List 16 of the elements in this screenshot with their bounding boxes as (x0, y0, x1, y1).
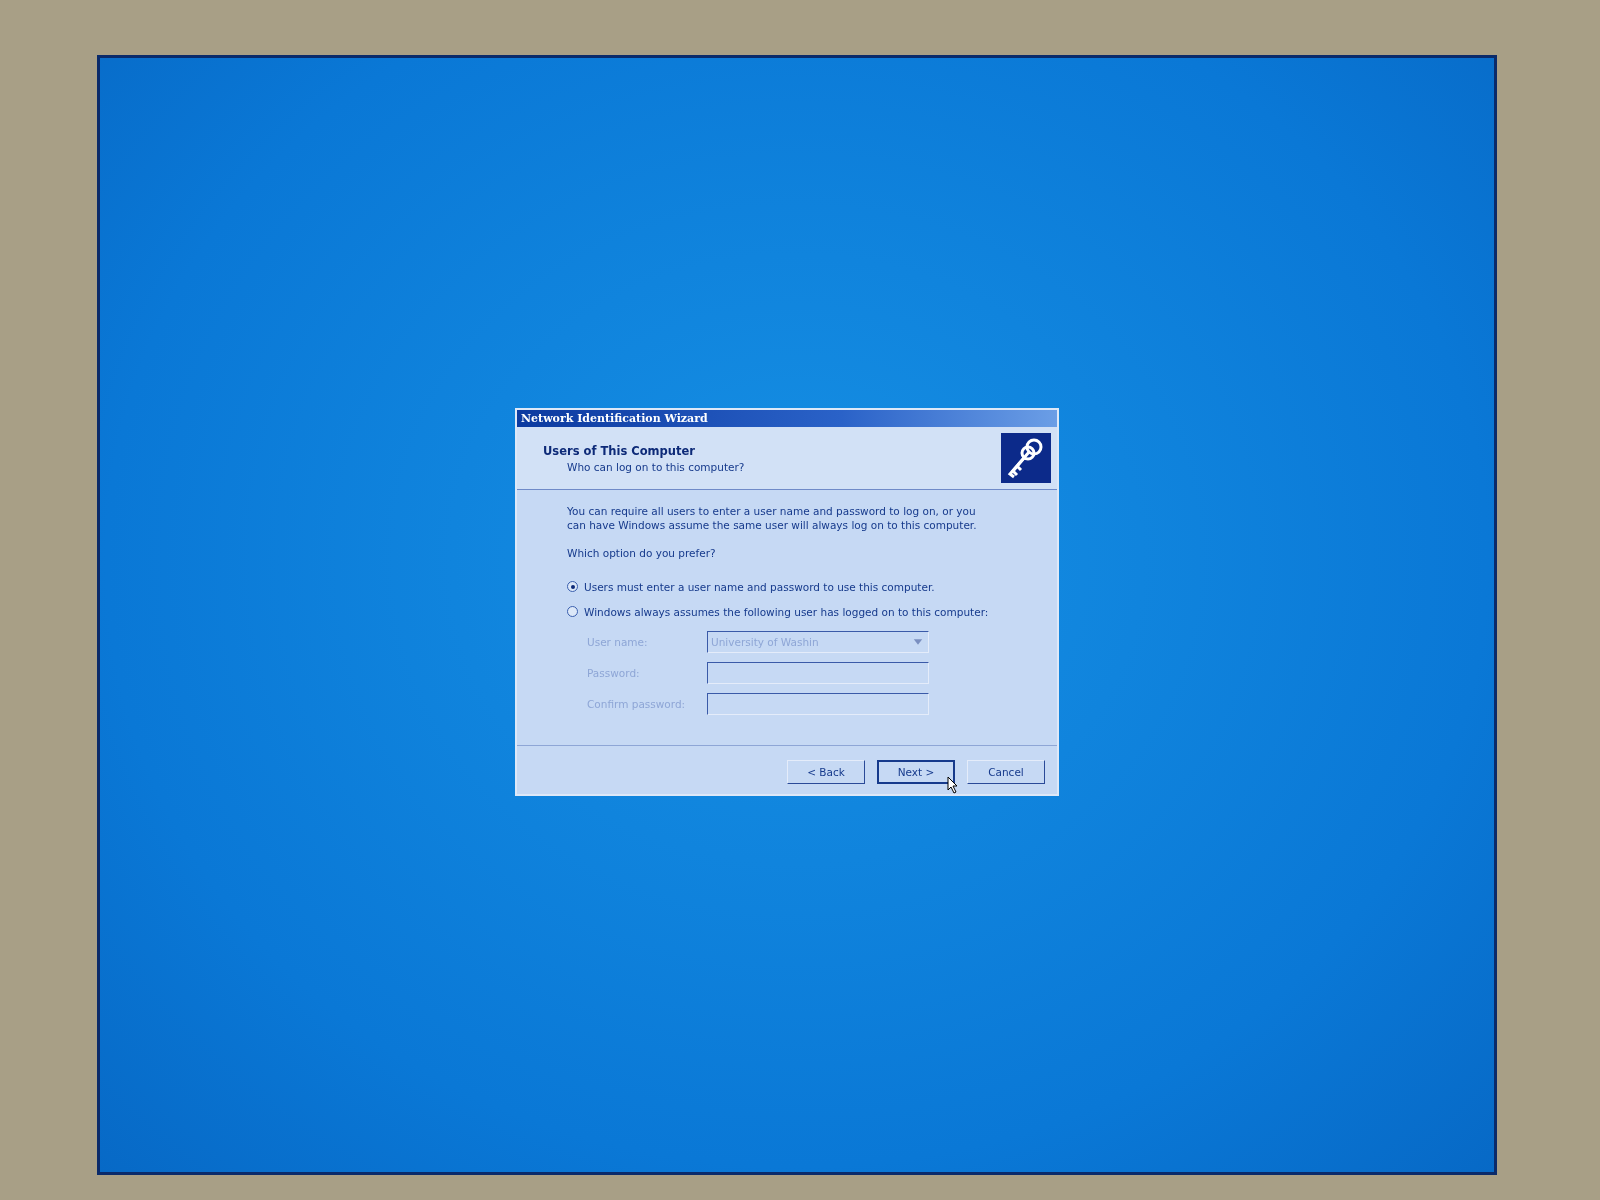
option-label[interactable]: Users must enter a user name and password to use this computer. (584, 580, 935, 593)
page-subtitle: Who can log on to this computer? (566, 460, 745, 473)
field-label: Password: (587, 666, 641, 679)
window-title: Network Identification Wizard (521, 412, 708, 425)
intro-text: You can require all users to enter a user name and password to log on, or you can have Windows assume the same user will always log on to this computer. (567, 504, 978, 533)
field-label: Confirm password: (587, 697, 687, 710)
option-label[interactable]: Windows always assumes the following user has logged on to this computer: (584, 605, 989, 618)
question-text: Which option do you prefer? (567, 546, 717, 561)
page-title: Users of This Computer (543, 443, 696, 458)
wizard-button[interactable]: Cancel (967, 759, 1045, 784)
mouse-pointer-icon (947, 775, 959, 794)
wizard-button[interactable]: < Back (787, 759, 865, 784)
wizard-button[interactable]: Next > (877, 759, 955, 784)
keys-icon (1001, 433, 1051, 483)
radio-button[interactable] (567, 606, 578, 617)
radio-button[interactable] (567, 581, 578, 592)
